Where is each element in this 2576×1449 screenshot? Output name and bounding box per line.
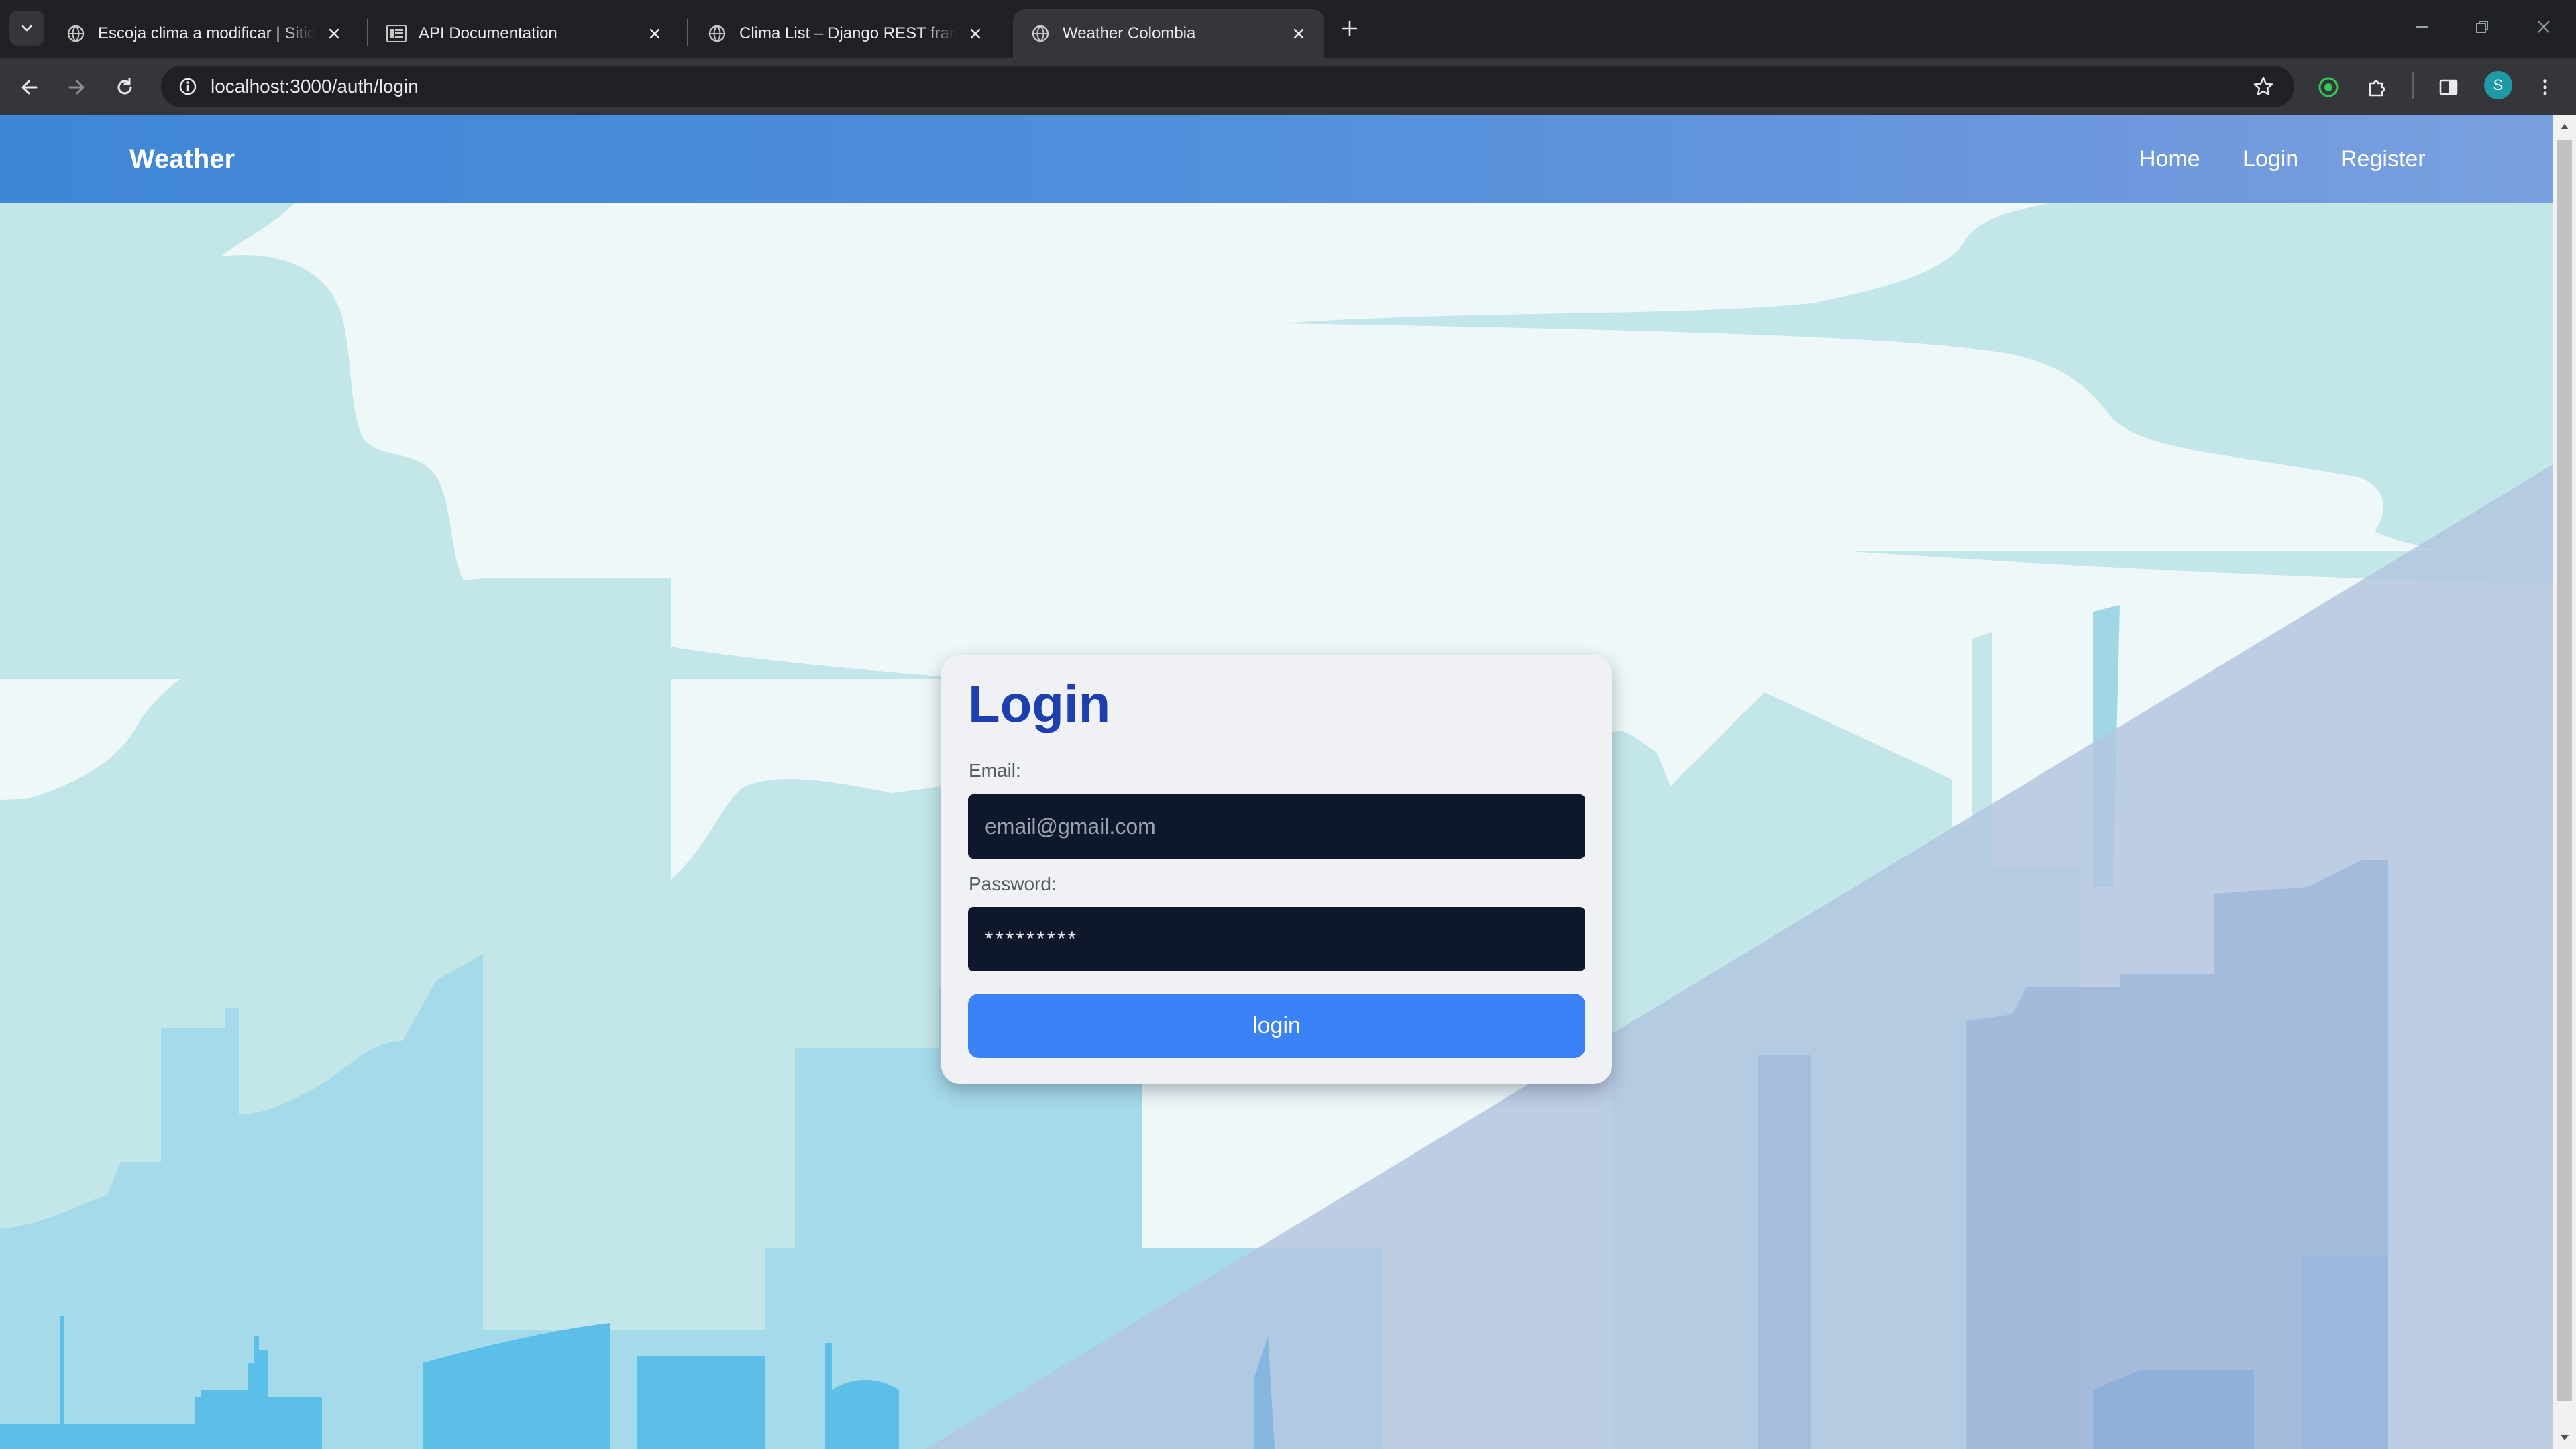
globe-icon: [707, 23, 727, 44]
close-icon[interactable]: [323, 23, 345, 44]
scroll-up-arrow[interactable]: [2553, 115, 2576, 138]
api-docs-icon: [386, 23, 407, 44]
login-button[interactable]: login: [968, 994, 1585, 1058]
restore-icon: [2476, 21, 2488, 33]
browser-toolbar: localhost:3000/auth/login: [0, 58, 2576, 115]
tab-weather-colombia[interactable]: Weather Colombia: [1013, 9, 1324, 58]
email-field[interactable]: [968, 794, 1585, 859]
nav-link-home[interactable]: Home: [2139, 115, 2200, 203]
scrollbar-thumb[interactable]: [2557, 140, 2572, 1401]
close-icon[interactable]: [1288, 23, 1309, 44]
reload-button[interactable]: [109, 71, 141, 103]
email-label: Email:: [969, 760, 1021, 781]
site-navbar: Weather Home Login Register: [0, 115, 2553, 203]
browser-menu-button[interactable]: [2529, 71, 2561, 103]
more-vert-icon: [2543, 79, 2547, 95]
triangle-down-icon: [2561, 1435, 2569, 1440]
side-panel-button[interactable]: [2432, 71, 2465, 103]
tab-separator: [687, 19, 688, 46]
side-panel-icon: [2439, 79, 2458, 95]
arrow-left-icon: [21, 80, 38, 95]
scroll-down-arrow[interactable]: [2553, 1426, 2576, 1449]
close-window-button[interactable]: [2524, 12, 2564, 42]
tab-admin[interactable]: Escoja clima a modificar | Sitio de: [48, 9, 360, 58]
chevron-down-icon: [21, 25, 32, 32]
tab-search-button[interactable]: [9, 11, 44, 46]
page-viewport: Weather Home Login Register Login Email:…: [0, 115, 2553, 1449]
tab-clima-list[interactable]: Clima List – Django REST framework: [690, 9, 1001, 58]
profile-avatar[interactable]: S: [2484, 71, 2512, 99]
info-icon[interactable]: [174, 73, 201, 100]
login-card: Login Email: Password: login: [941, 655, 1612, 1084]
nav-link-register[interactable]: Register: [2341, 115, 2426, 203]
bookmark-star-icon[interactable]: [2250, 73, 2277, 100]
tab-title: API Documentation: [419, 24, 557, 42]
nav-link-login[interactable]: Login: [2243, 115, 2298, 203]
forward-button[interactable]: [60, 71, 93, 103]
extension-button[interactable]: [2312, 71, 2345, 103]
url-text[interactable]: localhost:3000/auth/login: [211, 66, 419, 107]
extensions-menu-button[interactable]: [2361, 71, 2394, 103]
tab-title: Weather Colombia: [1063, 24, 1196, 42]
close-icon[interactable]: [644, 23, 665, 44]
tab-separator: [367, 19, 368, 46]
globe-icon: [66, 23, 86, 44]
address-bar[interactable]: localhost:3000/auth/login: [161, 66, 2294, 107]
minimize-button[interactable]: [2402, 12, 2442, 42]
tab-title: Escoja clima a modificar | Sitio de: [98, 24, 315, 42]
new-tab-button[interactable]: [1335, 13, 1364, 43]
close-icon: [2538, 21, 2550, 33]
toolbar-divider: [2412, 72, 2414, 99]
extension-ring-icon: [2318, 77, 2339, 97]
back-button[interactable]: [13, 71, 46, 103]
password-label: Password:: [969, 873, 1057, 894]
arrow-right-icon: [68, 80, 85, 95]
globe-icon: [1030, 23, 1051, 44]
page-scrollbar[interactable]: [2553, 115, 2576, 1449]
brand-logo[interactable]: Weather: [129, 115, 235, 203]
login-title: Login: [968, 674, 1111, 733]
password-field[interactable]: [968, 907, 1585, 971]
puzzle-icon: [2369, 80, 2385, 97]
tab-title: Clima List – Django REST framework: [739, 24, 957, 42]
minimize-icon: [2416, 26, 2428, 28]
reload-icon: [117, 78, 132, 95]
close-icon[interactable]: [965, 23, 986, 44]
tab-strip: Escoja clima a modificar | Sitio de API …: [0, 0, 2576, 58]
restore-button[interactable]: [2462, 12, 2502, 42]
triangle-up-icon: [2561, 124, 2569, 129]
tab-api-documentation[interactable]: API Documentation: [369, 9, 680, 58]
plus-icon: [1342, 20, 1358, 36]
